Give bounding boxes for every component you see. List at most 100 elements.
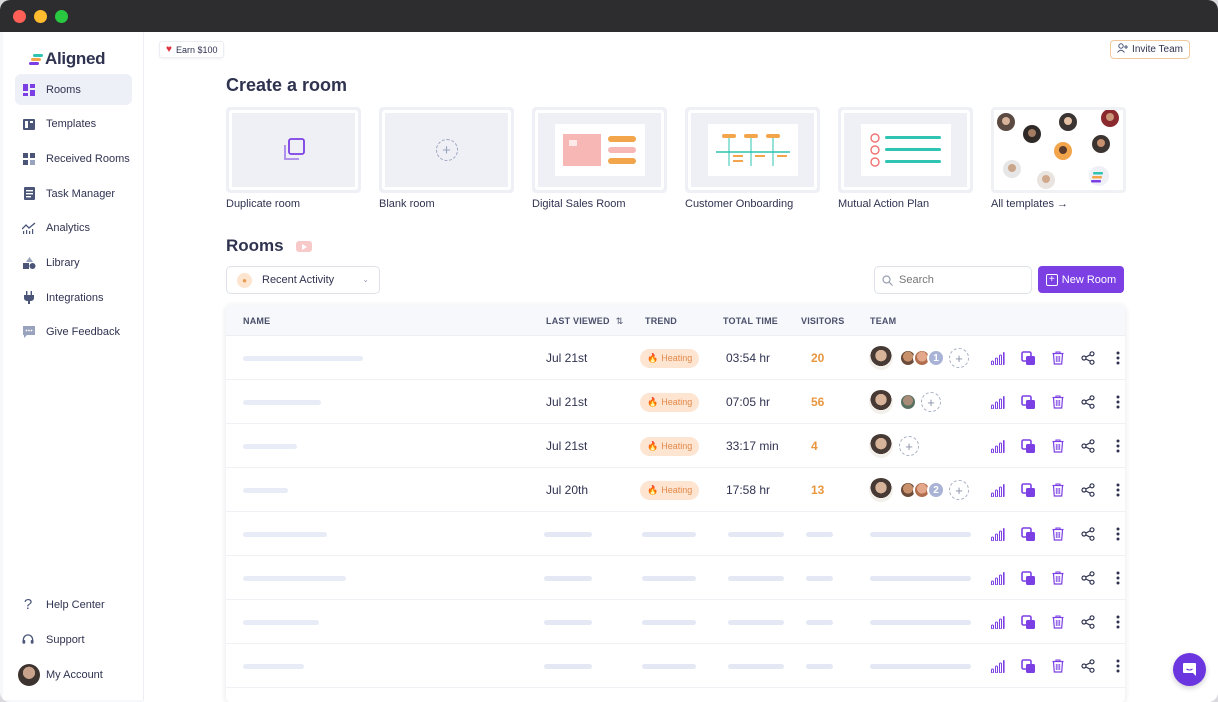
- col-trend[interactable]: TREND: [645, 316, 677, 326]
- table-row[interactable]: [226, 512, 1125, 556]
- search-box[interactable]: [874, 266, 1032, 294]
- delete-button[interactable]: [1043, 563, 1073, 593]
- room-name[interactable]: [243, 644, 304, 688]
- table-row[interactable]: Jul 20th 🔥 Heating 17:58 hr 13 2 +: [226, 468, 1125, 512]
- sort-dropdown[interactable]: ● Recent Activity ⌄: [226, 266, 380, 294]
- share-button[interactable]: [1073, 519, 1103, 549]
- more-options-button[interactable]: [1103, 475, 1125, 505]
- delete-button[interactable]: [1043, 607, 1073, 637]
- share-button[interactable]: [1073, 563, 1103, 593]
- room-name[interactable]: [243, 380, 321, 424]
- support-link[interactable]: Support: [3, 622, 144, 657]
- share-button[interactable]: [1073, 431, 1103, 461]
- video-icon[interactable]: [295, 240, 312, 252]
- delete-button[interactable]: [1043, 431, 1073, 461]
- col-last-viewed[interactable]: LAST VIEWED ⇅: [546, 316, 623, 327]
- invite-team-button[interactable]: Invite Team: [1110, 40, 1190, 59]
- avatar[interactable]: [867, 388, 895, 416]
- analytics-button[interactable]: [983, 475, 1013, 505]
- sidebar-item-analytics[interactable]: Analytics: [15, 213, 132, 244]
- avatar[interactable]: [867, 432, 895, 460]
- sidebar-item-give-feedback[interactable]: Give Feedback: [15, 317, 132, 348]
- sidebar-item-received-rooms[interactable]: Received Rooms: [15, 143, 132, 174]
- more-options-button[interactable]: [1103, 651, 1125, 681]
- delete-button[interactable]: [1043, 475, 1073, 505]
- room-name[interactable]: [243, 512, 327, 556]
- duplicate-room-card[interactable]: Duplicate room: [226, 107, 361, 210]
- more-options-button[interactable]: [1103, 607, 1125, 637]
- duplicate-button[interactable]: [1013, 651, 1043, 681]
- share-button[interactable]: [1073, 343, 1103, 373]
- more-members-count[interactable]: 1: [927, 349, 945, 367]
- my-account-link[interactable]: My Account: [3, 657, 144, 692]
- room-name[interactable]: [243, 424, 297, 468]
- share-button[interactable]: [1073, 387, 1103, 417]
- analytics-button[interactable]: [983, 563, 1013, 593]
- duplicate-button[interactable]: [1013, 563, 1043, 593]
- duplicate-button[interactable]: [1013, 607, 1043, 637]
- room-name[interactable]: [243, 468, 288, 512]
- sidebar-item-integrations[interactable]: Integrations: [15, 282, 132, 313]
- table-row[interactable]: [226, 644, 1125, 688]
- avatar[interactable]: [867, 344, 895, 372]
- avatar[interactable]: [899, 393, 917, 411]
- col-visitors[interactable]: VISITORS: [801, 316, 844, 326]
- close-window-button[interactable]: [13, 9, 26, 23]
- blank-room-card[interactable]: + Blank room: [379, 107, 514, 210]
- room-name[interactable]: [243, 556, 346, 600]
- logo[interactable]: Aligned: [3, 32, 143, 74]
- delete-button[interactable]: [1043, 387, 1073, 417]
- col-total-time[interactable]: TOTAL TIME: [723, 316, 778, 326]
- analytics-button[interactable]: [983, 651, 1013, 681]
- analytics-button[interactable]: [983, 431, 1013, 461]
- duplicate-button[interactable]: [1013, 387, 1043, 417]
- more-options-button[interactable]: [1103, 563, 1125, 593]
- more-options-button[interactable]: [1103, 343, 1125, 373]
- duplicate-button[interactable]: [1013, 431, 1043, 461]
- analytics-button[interactable]: [983, 387, 1013, 417]
- add-member-button[interactable]: +: [949, 348, 969, 368]
- more-members-count[interactable]: 2: [927, 481, 945, 499]
- sidebar-item-task-manager[interactable]: Task Manager: [15, 178, 132, 209]
- share-button[interactable]: [1073, 651, 1103, 681]
- new-room-button[interactable]: + New Room: [1038, 266, 1124, 293]
- duplicate-button[interactable]: [1013, 475, 1043, 505]
- minimize-window-button[interactable]: [34, 9, 47, 23]
- table-row[interactable]: [226, 556, 1125, 600]
- sidebar-item-rooms[interactable]: Rooms: [15, 74, 132, 105]
- mutual-action-plan-card[interactable]: Mutual Action Plan: [838, 107, 973, 210]
- delete-button[interactable]: [1043, 519, 1073, 549]
- more-options-button[interactable]: [1103, 431, 1125, 461]
- delete-button[interactable]: [1043, 651, 1073, 681]
- table-row[interactable]: [226, 600, 1125, 644]
- customer-onboarding-card[interactable]: Customer Onboarding: [685, 107, 820, 210]
- delete-button[interactable]: [1043, 343, 1073, 373]
- help-center-link[interactable]: ? Help Center: [3, 587, 144, 622]
- duplicate-button[interactable]: [1013, 519, 1043, 549]
- earn-badge[interactable]: ♥ Earn $100: [159, 41, 225, 58]
- table-row[interactable]: Jul 21st 🔥 Heating 33:17 min 4 +: [226, 424, 1125, 468]
- room-name[interactable]: [243, 600, 319, 644]
- analytics-button[interactable]: [983, 343, 1013, 373]
- add-member-button[interactable]: +: [949, 480, 969, 500]
- avatar[interactable]: [867, 476, 895, 504]
- all-templates-card[interactable]: All templates →: [991, 107, 1126, 210]
- analytics-button[interactable]: [983, 519, 1013, 549]
- digital-sales-room-card[interactable]: Digital Sales Room: [532, 107, 667, 210]
- sidebar-item-library[interactable]: Library: [15, 247, 132, 278]
- share-button[interactable]: [1073, 475, 1103, 505]
- col-team[interactable]: TEAM: [870, 316, 896, 326]
- col-name[interactable]: NAME: [243, 316, 270, 326]
- table-row[interactable]: Jul 21st 🔥 Heating 03:54 hr 20 1 +: [226, 336, 1125, 380]
- more-options-button[interactable]: [1103, 387, 1125, 417]
- share-button[interactable]: [1073, 607, 1103, 637]
- more-options-button[interactable]: [1103, 519, 1125, 549]
- add-member-button[interactable]: +: [899, 436, 919, 456]
- chat-launcher-button[interactable]: [1173, 653, 1206, 686]
- sidebar-item-templates[interactable]: Templates: [15, 109, 132, 140]
- analytics-button[interactable]: [983, 607, 1013, 637]
- duplicate-button[interactable]: [1013, 343, 1043, 373]
- maximize-window-button[interactable]: [55, 9, 68, 23]
- table-row[interactable]: Jul 21st 🔥 Heating 07:05 hr 56 +: [226, 380, 1125, 424]
- search-input[interactable]: [899, 274, 1019, 286]
